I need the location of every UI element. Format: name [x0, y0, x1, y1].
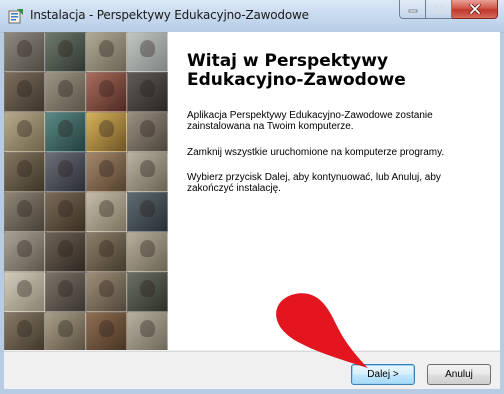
installer-icon [8, 9, 23, 24]
maximize-icon [433, 4, 444, 14]
photo-tile [86, 152, 127, 192]
photo-tile [45, 192, 86, 232]
photo-tile [127, 272, 168, 312]
photo-tile [45, 232, 86, 272]
window-title: Instalacja - Perspektywy Edukacyjno-Zawo… [30, 8, 309, 22]
maximize-button[interactable] [426, 0, 452, 19]
photo-tile [127, 112, 168, 152]
photo-tile [86, 112, 127, 152]
close-icon [468, 4, 481, 14]
photo-tile [4, 72, 45, 112]
wizard-footer: Dalej > Anuluj [4, 351, 500, 389]
photo-tile [4, 192, 45, 232]
photo-tile [127, 32, 168, 72]
welcome-paragraph-install: Aplikacja Perspektywy Edukacyjno-Zawodow… [187, 110, 433, 132]
photo-tile [86, 312, 127, 350]
installer-window: Instalacja - Perspektywy Edukacyjno-Zawo… [0, 0, 504, 394]
photo-tile [127, 152, 168, 192]
photo-tile [45, 152, 86, 192]
red-pointer-marker [276, 293, 368, 368]
photo-tile [86, 192, 127, 232]
photo-tile [86, 32, 127, 72]
photo-tile [45, 72, 86, 112]
photo-tile [4, 32, 45, 72]
photo-tile [4, 272, 45, 312]
photo-tile [86, 232, 127, 272]
minimize-icon [408, 9, 417, 13]
welcome-paragraph-instructions: Wybierz przycisk Dalej, aby kontynuować,… [187, 172, 441, 194]
photo-tile [4, 312, 45, 350]
photo-tile [86, 72, 127, 112]
photo-tile [45, 272, 86, 312]
photo-tile [127, 312, 168, 350]
photo-tile [45, 312, 86, 350]
wizard-side-image [4, 32, 168, 350]
welcome-heading: Witaj w Perspektywy Edukacyjno-Zawodowe [187, 51, 406, 90]
caption-buttons [399, 0, 498, 20]
photo-tile [127, 232, 168, 272]
photo-tile [127, 72, 168, 112]
photo-tile [45, 112, 86, 152]
photo-tile [86, 272, 127, 312]
minimize-button[interactable] [399, 0, 426, 19]
title-bar[interactable]: Instalacja - Perspektywy Edukacyjno-Zawo… [0, 0, 504, 33]
welcome-paragraph-close-programs: Zamknij wszystkie uruchomione na kompute… [187, 147, 445, 158]
photo-tile [45, 32, 86, 72]
photo-tile [4, 232, 45, 272]
wizard-content: Witaj w Perspektywy Edukacyjno-Zawodowe … [4, 32, 500, 350]
photo-tile [127, 192, 168, 232]
cancel-button[interactable]: Anuluj [427, 364, 491, 385]
close-button[interactable] [452, 0, 498, 19]
photo-tile [4, 112, 45, 152]
photo-tile [4, 152, 45, 192]
